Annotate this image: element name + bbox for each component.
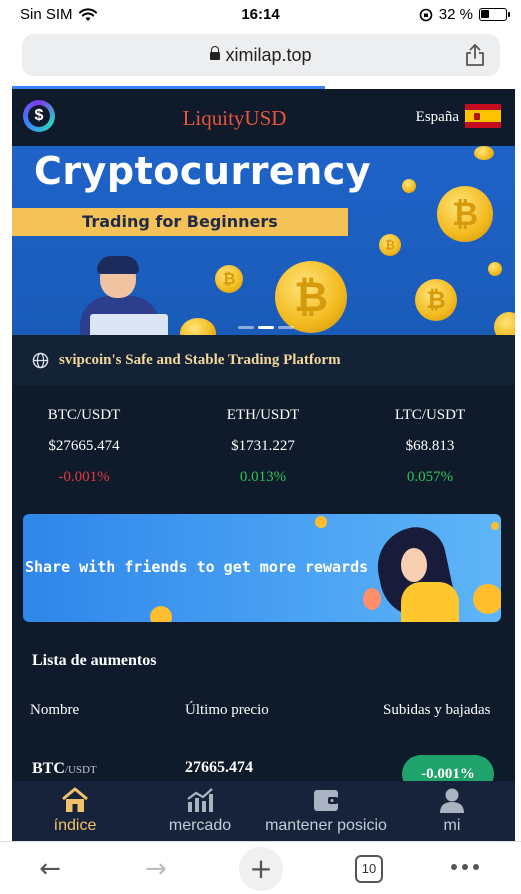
browser-address-area: ximilap.top xyxy=(0,30,521,86)
orientation-lock-icon xyxy=(419,8,433,21)
nav-label: mercado xyxy=(168,817,232,834)
nav-item-indice[interactable]: índice xyxy=(12,781,138,841)
nav-label: índice xyxy=(53,817,97,834)
trader-hair xyxy=(97,256,139,274)
hero-subtitle: Trading for Beginners xyxy=(12,208,348,236)
ticker-btc[interactable]: BTC/USDT $27665.474 -0.001% xyxy=(12,407,164,486)
ticker-pair: ETH/USDT xyxy=(226,407,300,423)
address-bar[interactable]: ximilap.top xyxy=(22,34,500,76)
bitcoin-coin-icon: ₿ xyxy=(275,261,347,333)
ticker-price: $1731.227 xyxy=(231,438,295,454)
share-rewards-banner[interactable]: Share with friends to get more rewards xyxy=(23,514,501,622)
wallet-icon xyxy=(314,790,338,811)
ticker-ltc[interactable]: LTC/USDT $68.813 0.057% xyxy=(350,407,510,486)
bitcoin-coin-icon: ₿ xyxy=(215,265,243,293)
status-bar: Sin SIM 16:14 32 % xyxy=(0,0,521,30)
back-icon[interactable]: ← xyxy=(30,852,70,886)
forward-icon[interactable]: → xyxy=(136,852,176,886)
laptop-illustration xyxy=(90,314,168,335)
brand-title: LiquityUSD xyxy=(182,106,287,130)
lock-icon xyxy=(210,46,221,60)
carousel-dot[interactable] xyxy=(278,326,294,329)
girl-dress-illustration xyxy=(401,582,459,622)
chart-icon xyxy=(187,788,213,812)
tabs-icon[interactable]: 10 xyxy=(355,855,383,883)
tab-count: 10 xyxy=(361,861,377,876)
decor-circle xyxy=(473,584,501,614)
ticker-eth[interactable]: ETH/USDT $1731.227 0.013% xyxy=(183,407,343,486)
platform-strip: svipcoin's Safe and Stable Trading Platf… xyxy=(12,335,515,385)
hero-title: Cryptocurrency xyxy=(34,149,372,193)
url-display[interactable]: ximilap.top xyxy=(22,45,500,66)
column-header-name: Nombre xyxy=(30,702,80,718)
new-tab-icon[interactable]: + xyxy=(239,847,283,891)
bitcoin-coin-icon: ₿ xyxy=(415,279,457,321)
decor-circle xyxy=(315,516,327,528)
ticker-pair: BTC/USDT xyxy=(47,407,121,423)
balloon-illustration xyxy=(363,588,381,610)
ticker-change: -0.001% xyxy=(58,469,110,485)
row-quote: /USDT xyxy=(64,764,97,776)
coin-icon xyxy=(494,312,515,335)
carousel-dot[interactable] xyxy=(258,326,274,329)
hero-banner[interactable]: Cryptocurrency Trading for Beginners ₿ ₿… xyxy=(12,146,515,335)
url-text: ximilap.top xyxy=(225,45,312,65)
battery-icon xyxy=(479,8,510,21)
web-app: $ LiquityUSD España Cryptocurrency Tradi… xyxy=(12,89,515,841)
decor-circle xyxy=(491,522,499,530)
share-icon[interactable] xyxy=(464,43,486,67)
status-right: 32 % xyxy=(419,6,510,23)
ticker-price: $68.813 xyxy=(405,438,455,454)
nav-label: mi xyxy=(443,817,461,834)
nav-label: mantener posicio xyxy=(265,817,387,834)
share-banner-text: Share with friends to get more rewards xyxy=(25,558,369,576)
browser-toolbar: ← → + 10 xyxy=(0,841,521,894)
globe-icon xyxy=(32,352,49,369)
bottom-navigation: índice mercado mantener posicio mi xyxy=(12,781,515,841)
nav-item-mi[interactable]: mi xyxy=(389,781,515,841)
carousel-indicators[interactable] xyxy=(238,326,294,329)
gainers-list-title: Lista de aumentos xyxy=(32,652,157,669)
girl-face-illustration xyxy=(401,548,427,582)
bitcoin-coin-icon: ₿ xyxy=(379,234,401,256)
coin-icon xyxy=(474,146,494,160)
column-header-last-price: Último precio xyxy=(185,702,269,718)
spain-flag-icon[interactable] xyxy=(465,104,501,128)
market-tickers: BTC/USDT $27665.474 -0.001% ETH/USDT $17… xyxy=(12,385,515,505)
bitcoin-coin-icon: ₿ xyxy=(437,186,493,242)
coin-icon xyxy=(180,318,216,335)
language-label[interactable]: España xyxy=(416,109,459,126)
nav-item-mantener-posicio[interactable]: mantener posicio xyxy=(263,781,389,841)
row-symbol: BTC/USDT xyxy=(32,760,97,777)
battery-level xyxy=(481,10,489,18)
ticker-change: 0.013% xyxy=(239,469,287,485)
flag-emblem xyxy=(474,113,480,120)
carousel-dot[interactable] xyxy=(238,326,254,329)
nav-item-mercado[interactable]: mercado xyxy=(137,781,263,841)
decor-circle xyxy=(150,606,172,622)
coin-icon xyxy=(488,262,502,276)
column-header-change: Subidas y bajadas xyxy=(383,702,491,718)
home-icon xyxy=(62,787,88,812)
battery-percent: 32 % xyxy=(438,6,473,23)
platform-tagline: svipcoin's Safe and Stable Trading Platf… xyxy=(59,352,341,368)
coin-icon xyxy=(402,179,416,193)
ticker-change: 0.057% xyxy=(406,469,454,485)
user-icon xyxy=(440,788,464,813)
ticker-price: $27665.474 xyxy=(48,438,120,454)
row-price: 27665.474 xyxy=(185,759,253,776)
ticker-pair: LTC/USDT xyxy=(394,407,466,423)
more-icon[interactable] xyxy=(451,864,479,870)
app-header: $ LiquityUSD España xyxy=(12,89,515,146)
